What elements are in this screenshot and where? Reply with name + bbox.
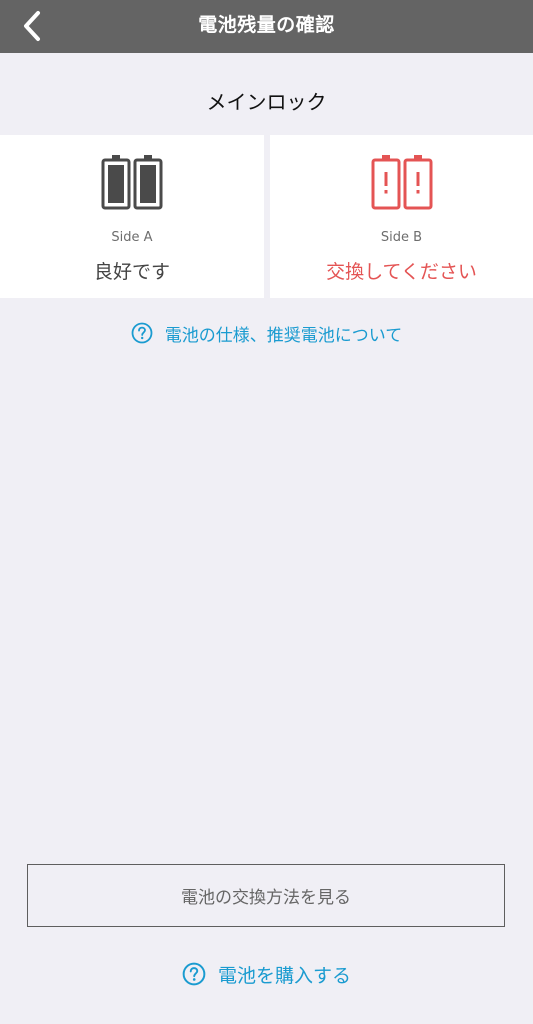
side-b-card: Side B 交換してください bbox=[270, 135, 533, 298]
side-b-status: 交換してください bbox=[326, 261, 477, 283]
side-a-status: 良好です bbox=[93, 261, 170, 283]
replace-method-button[interactable]: 電池の交換方法を見る bbox=[27, 864, 505, 927]
battery-ok-icon bbox=[101, 155, 163, 210]
side-a-card: Side A 良好です bbox=[0, 135, 264, 298]
side-b-label: Side B bbox=[380, 230, 423, 245]
battery-warning-icon bbox=[371, 155, 432, 210]
header-bar: 電池残量の確認 bbox=[0, 0, 533, 53]
help-circle-icon bbox=[131, 322, 153, 344]
help-circle-icon bbox=[182, 962, 206, 986]
buy-battery-link-label: 電池を購入する bbox=[217, 964, 351, 987]
side-a-label: Side A bbox=[111, 230, 153, 245]
page-title: 電池残量の確認 bbox=[198, 14, 335, 36]
battery-info-link[interactable]: 電池の仕様、推奨電池について bbox=[0, 318, 533, 348]
buy-battery-link[interactable]: 電池を購入する bbox=[0, 958, 533, 990]
battery-info-link-label: 電池の仕様、推奨電池について bbox=[164, 325, 403, 346]
lock-name: メインロック bbox=[206, 90, 327, 114]
